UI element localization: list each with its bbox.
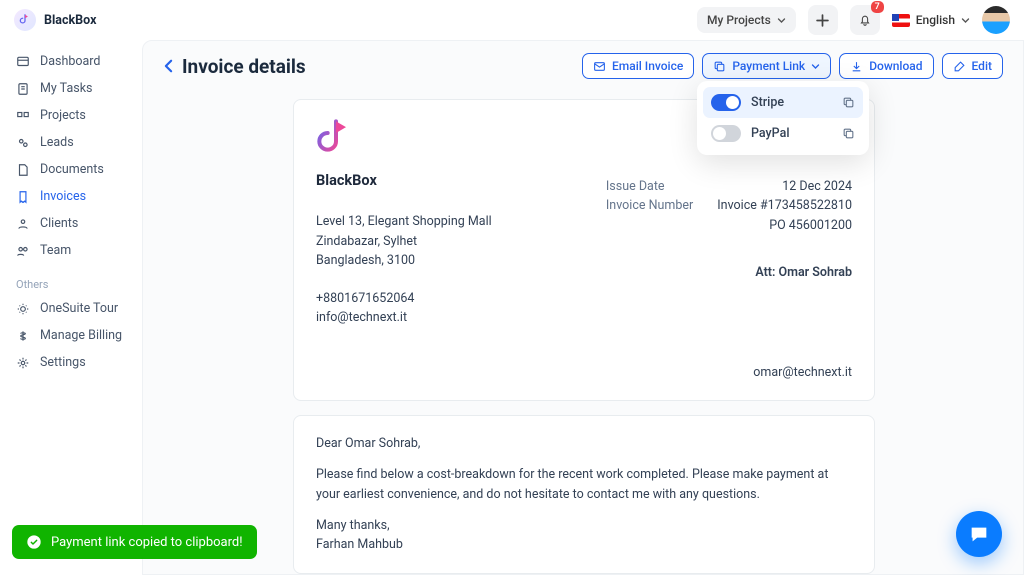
bell-icon xyxy=(858,13,872,27)
chat-fab[interactable] xyxy=(956,511,1002,557)
notification-badge: 7 xyxy=(871,1,884,13)
invoice-number: Invoice #173458522810 xyxy=(717,196,852,215)
stripe-toggle[interactable] xyxy=(711,94,741,111)
chevron-down-icon xyxy=(961,16,970,25)
settings-icon xyxy=(16,356,30,370)
message-sender: Farhan Mahbub xyxy=(316,535,852,554)
sidebar-item-mytasks[interactable]: My Tasks xyxy=(4,75,142,102)
tour-icon xyxy=(16,302,30,316)
sidebar-item-tour[interactable]: OneSuite Tour xyxy=(4,295,142,322)
sidebar-item-leads[interactable]: Leads xyxy=(4,129,142,156)
issue-date-label: Issue Date xyxy=(606,177,665,196)
copy-paypal-link[interactable] xyxy=(842,127,855,140)
my-projects-dropdown[interactable]: My Projects xyxy=(697,7,796,33)
leads-icon xyxy=(16,136,30,150)
payment-option-paypal[interactable]: PayPal xyxy=(703,118,863,149)
sidebar-item-clients[interactable]: Clients xyxy=(4,210,142,237)
copy-icon xyxy=(713,60,726,73)
download-icon xyxy=(850,60,863,73)
payment-link-button[interactable]: Payment Link xyxy=(702,53,831,79)
dashboard-icon xyxy=(16,55,30,69)
email-invoice-button[interactable]: Email Invoice xyxy=(582,53,694,79)
company-email: info@technext.it xyxy=(316,308,492,327)
message-signoff: Many thanks, xyxy=(316,516,852,535)
company-name: BlackBox xyxy=(316,170,492,192)
back-button[interactable] xyxy=(163,59,174,73)
plus-icon xyxy=(816,14,829,27)
paypal-toggle[interactable] xyxy=(711,125,741,142)
add-button[interactable] xyxy=(808,5,838,35)
toast-text: Payment link copied to clipboard! xyxy=(51,535,243,550)
chevron-down-icon xyxy=(777,16,786,25)
payment-option-stripe[interactable]: Stripe xyxy=(703,87,863,118)
company-address-1: Level 13, Elegant Shopping Mall xyxy=(316,212,492,231)
message-body: Please find below a cost-breakdown for t… xyxy=(316,465,852,504)
sidebar: Dashboard My Tasks Projects Leads Docume… xyxy=(0,40,142,575)
edit-icon xyxy=(953,60,966,73)
company-address-3: Bangladesh, 3100 xyxy=(316,251,492,270)
invoices-icon xyxy=(16,190,30,204)
message-greeting: Dear Omar Sohrab, xyxy=(316,434,852,453)
sidebar-item-billing[interactable]: Manage Billing xyxy=(4,322,142,349)
chevron-down-icon xyxy=(811,62,820,71)
download-button[interactable]: Download xyxy=(839,53,933,79)
main-content: Invoice details Email Invoice Payment Li… xyxy=(142,40,1024,575)
page-title: Invoice details xyxy=(182,55,306,78)
sidebar-item-team[interactable]: Team xyxy=(4,237,142,264)
issue-date: 12 Dec 2024 xyxy=(782,177,852,196)
sidebar-item-dashboard[interactable]: Dashboard xyxy=(4,48,142,75)
company-phone: +8801671652064 xyxy=(316,289,492,308)
user-avatar[interactable] xyxy=(982,6,1010,34)
clients-icon xyxy=(16,217,30,231)
check-circle-icon xyxy=(26,534,42,550)
sidebar-item-invoices[interactable]: Invoices xyxy=(4,183,142,210)
billing-icon xyxy=(16,329,30,343)
sidebar-section-others: Others xyxy=(4,264,142,295)
brand-name: BlackBox xyxy=(44,13,96,28)
toast-notification: Payment link copied to clipboard! xyxy=(12,525,257,559)
edit-button[interactable]: Edit xyxy=(942,53,1003,79)
language-selector[interactable]: English xyxy=(892,13,970,27)
notifications-button[interactable]: 7 xyxy=(850,5,880,35)
copy-stripe-link[interactable] xyxy=(842,96,855,109)
chat-icon xyxy=(968,523,990,545)
payment-link-dropdown: Stripe PayPal xyxy=(697,81,869,155)
projects-icon xyxy=(16,109,30,123)
invoice-number-label: Invoice Number xyxy=(606,196,693,215)
attn-name: Omar Sohrab xyxy=(778,265,852,280)
attn-label: Att: xyxy=(755,265,778,280)
invoice-message-card: Dear Omar Sohrab, Please find below a co… xyxy=(293,415,875,574)
team-icon xyxy=(16,244,30,258)
mail-icon xyxy=(593,60,606,73)
flag-icon xyxy=(892,14,910,27)
sidebar-item-documents[interactable]: Documents xyxy=(4,156,142,183)
company-logo xyxy=(316,118,356,158)
documents-icon xyxy=(16,163,30,177)
sidebar-item-settings[interactable]: Settings xyxy=(4,349,142,376)
po-number: PO 456001200 xyxy=(606,216,852,235)
company-address-2: Zindabazar, Sylhet xyxy=(316,232,492,251)
logo-icon xyxy=(14,9,36,31)
sidebar-item-projects[interactable]: Projects xyxy=(4,102,142,129)
tasks-icon xyxy=(16,82,30,96)
client-email: omar@technext.it xyxy=(606,363,852,382)
brand-logo[interactable]: BlackBox xyxy=(14,9,142,31)
